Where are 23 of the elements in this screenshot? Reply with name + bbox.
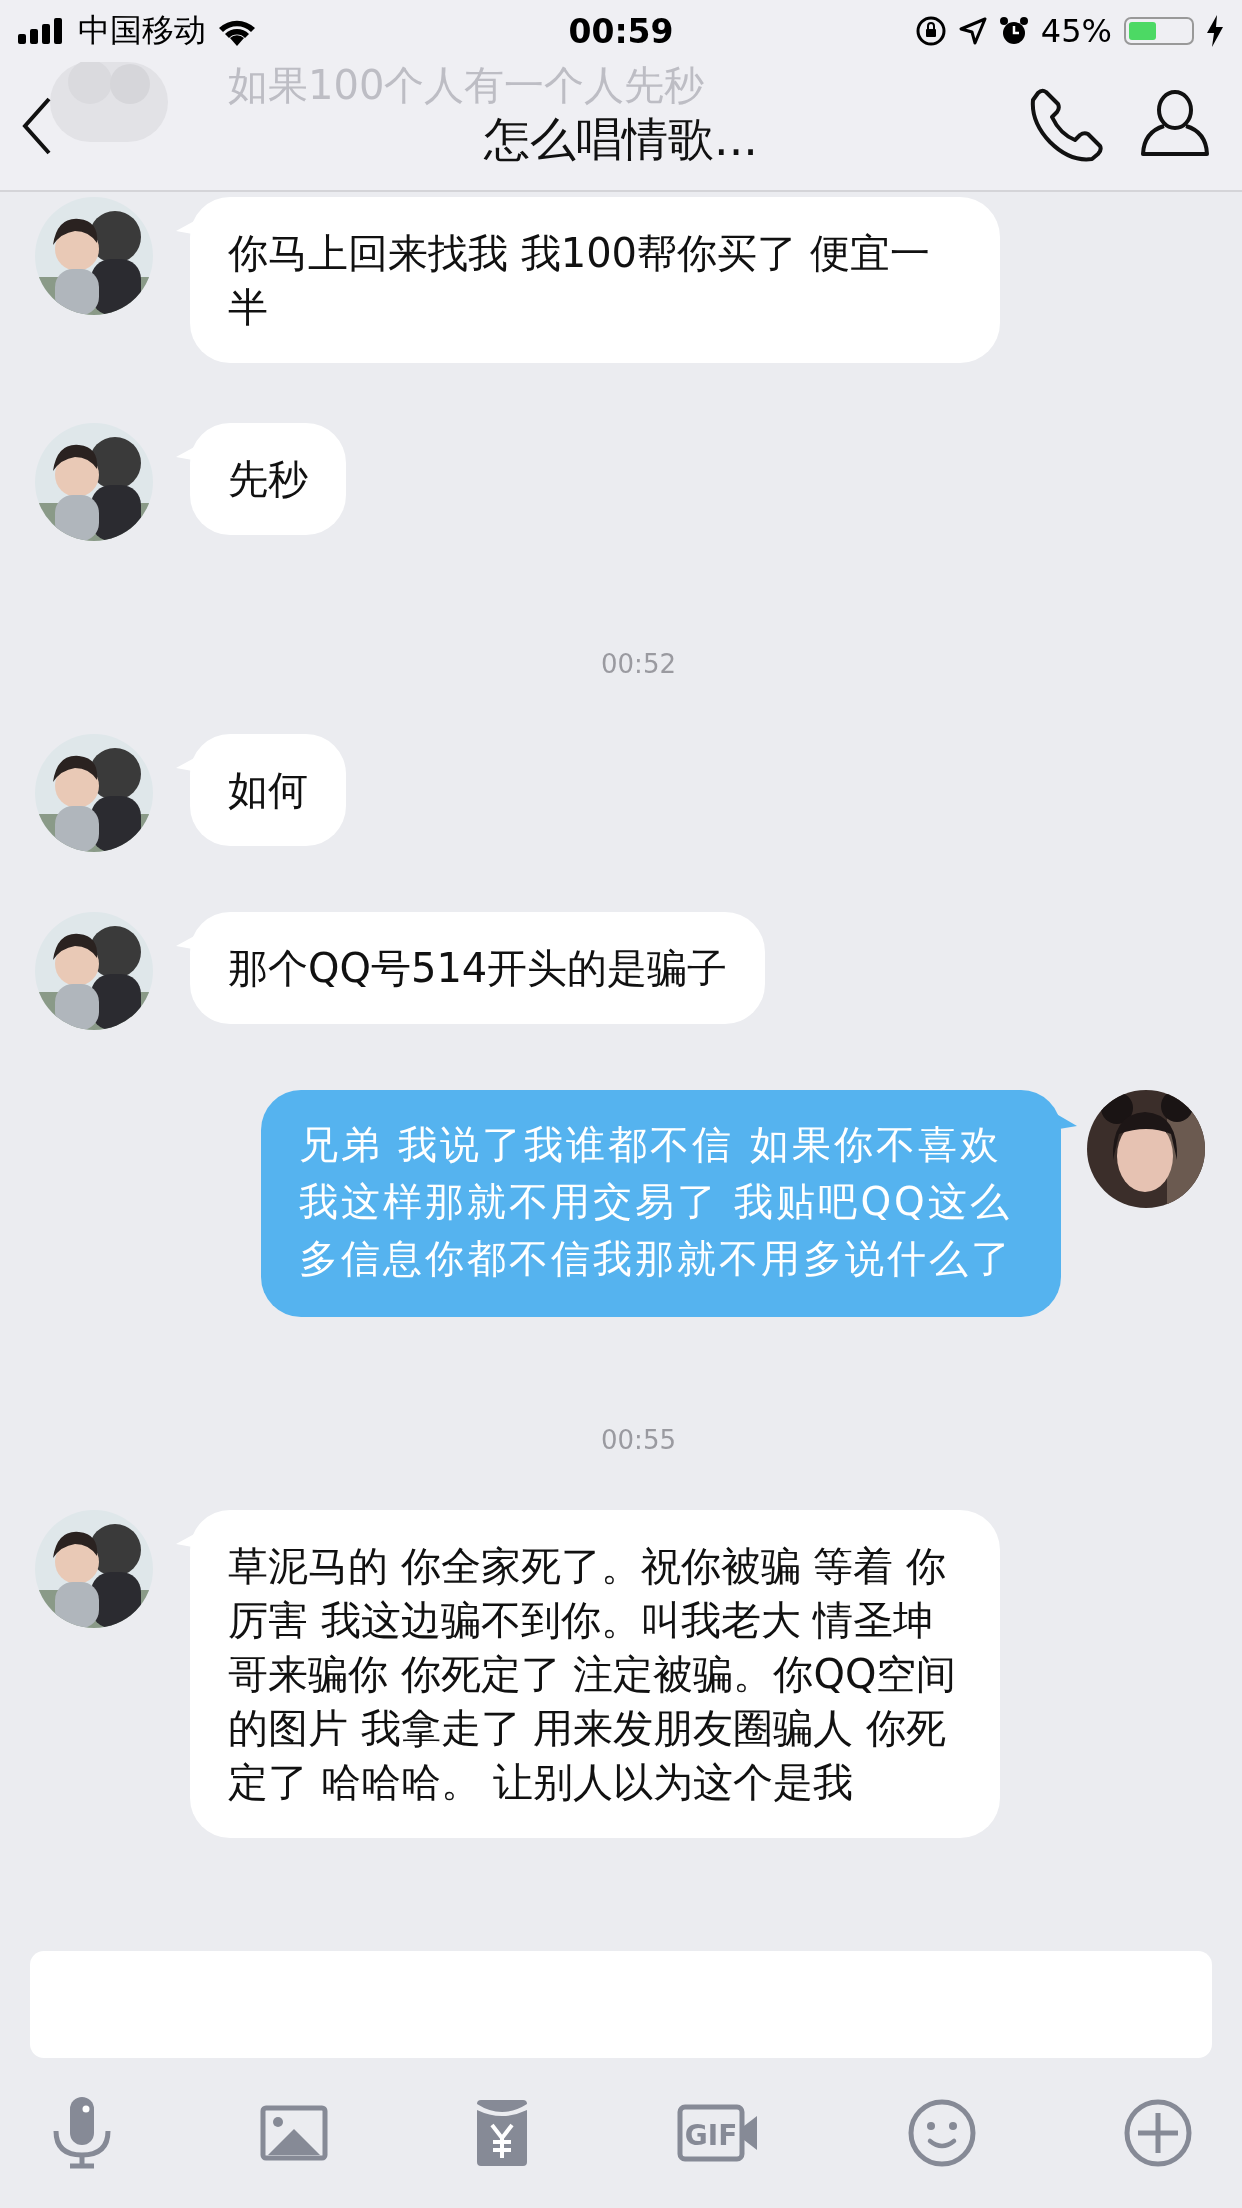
rotation-lock-icon xyxy=(914,15,947,47)
alarm-clock-icon xyxy=(998,16,1029,46)
chat-title: 怎么唱情歌... xyxy=(484,112,758,166)
microphone-icon[interactable] xyxy=(52,2097,112,2169)
back-chevron-icon xyxy=(22,97,52,155)
back-button[interactable] xyxy=(22,97,52,155)
gif-label: GIF xyxy=(684,2119,738,2152)
image-icon[interactable] xyxy=(259,2105,328,2161)
emoji-icon[interactable] xyxy=(908,2099,977,2167)
timestamp: 00:55 xyxy=(600,1425,677,1455)
carrier-name: 中国移动 xyxy=(78,10,206,51)
battery-percent: 45% xyxy=(1040,12,1112,50)
clock-time: 00:59 xyxy=(568,11,674,51)
call-button[interactable] xyxy=(1030,88,1104,162)
charging-bolt-icon xyxy=(1206,15,1224,47)
profile-button[interactable] xyxy=(1140,88,1210,158)
money-envelope-icon[interactable] xyxy=(475,2100,530,2166)
location-arrow-icon xyxy=(958,17,987,45)
phone-icon xyxy=(1030,88,1104,162)
battery-icon xyxy=(1124,17,1194,45)
plus-icon[interactable] xyxy=(1123,2099,1192,2167)
timestamp: 00:52 xyxy=(600,649,677,679)
person-icon xyxy=(1140,88,1210,158)
